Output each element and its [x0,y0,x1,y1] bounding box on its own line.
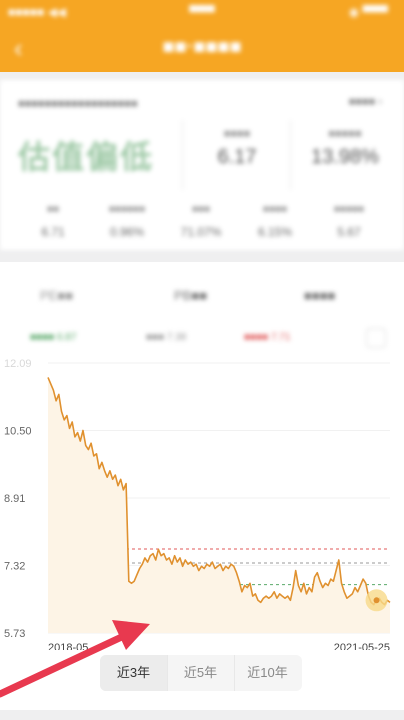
y-tick-label: 12.09 [4,358,32,370]
stat-item: ■■■ 71.07% [166,204,236,239]
chart-legend: ■■■■ 6.87 ■■■ 7.38 ■■■■ 7.71 [0,328,404,352]
stat-label: ■■ [46,204,60,215]
metric-percentile: ■■■■■ 13.98% [300,128,390,169]
y-tick-label: 10.50 [4,426,32,438]
period-tab-10y[interactable]: 近10年 [234,655,301,691]
tab-other[interactable]: ■■■■ [304,288,335,303]
y-tick-label: 5.73 [4,628,25,640]
metric-value: 6.17 [217,146,257,168]
stat-value: 6.15% [257,225,293,239]
divider [290,120,291,190]
valuation-status: 估值偏低 [18,139,155,175]
valuation-summary-card: ■■■■■■■■■■■■■■■■■■ ■■■■ › 估值偏低 ■■■■ 6.17… [0,80,404,250]
current-value-dot [373,597,380,604]
metric-label: ■■■■ [223,128,251,140]
series-area [48,377,390,633]
status-battery: ◉ ▀▀▀ [348,5,388,19]
stat-item: ■■■■■■ 0.96% [92,204,162,239]
app-header: ■■■■■ ◀◀ ▀▀▀ ◉ ▀▀▀ ‹ ■■·■■■■ [0,0,404,72]
tab-pb[interactable]: PB■■ [174,288,207,303]
stat-label: ■■■■■ [333,204,365,215]
metric-current-pe: ■■■■ 6.17 [192,128,282,169]
metric-value: 13.98% [311,146,379,168]
index-detail-link[interactable]: ■■■■ › [349,96,382,108]
tab-pe[interactable]: PE■■ [40,288,73,303]
stat-item: ■■■■ 6.15% [240,204,310,239]
legend-item-high: ■■■■ 7.71 [244,332,291,343]
stat-value: 0.96% [109,225,145,239]
stat-value: 5.67 [337,225,361,239]
period-selector: 近3年 近5年 近10年 [100,655,302,691]
x-end-label: 2021-05-25 [334,642,390,650]
stat-value: 71.07% [180,225,222,239]
x-start-label: 2018-05 [48,642,88,650]
stat-label: ■■■ [191,204,211,215]
status-time: ▀▀▀ [189,5,215,19]
metric-label: ■■■■■ [328,128,362,140]
stat-value: 6.71 [41,225,65,239]
stat-item: ■■■■■ 5.67 [314,204,384,239]
legend-item-mid: ■■■ 7.38 [146,332,187,343]
legend-more-icon[interactable] [366,328,386,348]
legend-item-low: ■■■■ 6.87 [30,332,77,343]
y-tick-label: 7.32 [4,561,25,573]
divider [182,120,183,190]
stat-label: ■■■■ [262,204,288,215]
period-tab-5y[interactable]: 近5年 [167,655,235,691]
page-title: ■■·■■■■ [162,36,242,58]
pe-line-chart: 5.73 7.32 8.91 10.50 12.09 2018-05 2021-05-25 [4,358,391,650]
chart-area [48,377,390,633]
index-name: ■■■■■■■■■■■■■■■■■■ [18,98,138,110]
y-tick-label: 8.91 [4,493,25,505]
stat-item: ■■ 6.71 [18,204,88,239]
period-tab-3y[interactable]: 近3年 [100,655,168,691]
stat-label: ■■■■■■ [108,204,146,215]
status-bar: ■■■■■ ◀◀ ▀▀▀ ◉ ▀▀▀ [0,0,404,24]
